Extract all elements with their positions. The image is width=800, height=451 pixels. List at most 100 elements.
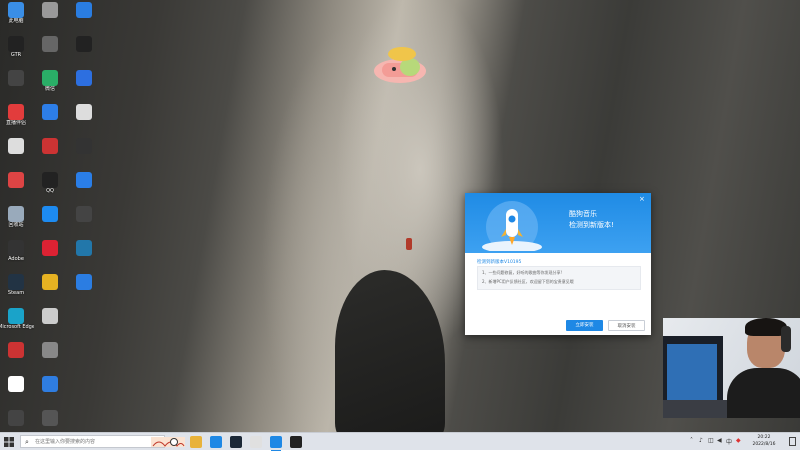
install-now-button[interactable]: 立即安装 bbox=[566, 320, 603, 331]
close-icon[interactable]: × bbox=[639, 195, 645, 203]
desktop-icon-label: 直播伴侣 bbox=[5, 120, 26, 126]
desktop-icon[interactable]: Steam bbox=[0, 274, 34, 296]
app-icon bbox=[42, 36, 58, 52]
search-icon: ⌕ bbox=[25, 438, 29, 446]
desktop-icon[interactable] bbox=[66, 240, 102, 256]
desktop-icon[interactable] bbox=[66, 172, 102, 188]
app-icon bbox=[42, 2, 58, 18]
webcam-monitor-screen bbox=[667, 344, 717, 400]
desktop-icon-label: GTR bbox=[10, 52, 22, 58]
app-icon bbox=[76, 104, 92, 120]
desktop-icon[interactable] bbox=[32, 240, 68, 256]
desktop-icon[interactable] bbox=[66, 36, 102, 52]
desktop-icon[interactable] bbox=[0, 172, 34, 188]
desktop-icon-label: 回收站 bbox=[8, 222, 24, 228]
desktop-icon[interactable] bbox=[66, 70, 102, 86]
app-icon bbox=[42, 206, 58, 222]
webcam-person-body bbox=[727, 368, 800, 418]
taskbar-app-file-explorer-icon[interactable] bbox=[190, 436, 202, 448]
desktop-icon[interactable]: 直播伴侣 bbox=[0, 104, 34, 126]
app-icon bbox=[76, 36, 92, 52]
headphone-icon bbox=[781, 326, 791, 352]
desktop-icon[interactable]: GTR bbox=[0, 36, 34, 58]
desktop-icon[interactable] bbox=[0, 70, 34, 86]
desktop-icon[interactable] bbox=[32, 308, 68, 324]
desktop-icon[interactable] bbox=[66, 138, 102, 154]
desktop-icon[interactable] bbox=[32, 104, 68, 120]
dialog-subtitle: 检测到新版本! bbox=[569, 221, 614, 229]
taskbar-clock[interactable]: 20:22 2022/8/16 bbox=[744, 434, 784, 448]
app-icon bbox=[42, 70, 58, 86]
app-icon bbox=[8, 240, 24, 256]
desktop-icon[interactable]: 回收站 bbox=[0, 206, 34, 228]
desktop-icon[interactable]: Adobe bbox=[0, 240, 34, 262]
desktop-icon-label: Steam bbox=[7, 290, 25, 296]
desktop-icon[interactable] bbox=[32, 274, 68, 290]
app-icon bbox=[8, 376, 24, 392]
release-notes: 1、一些问题修复，好听的歌曲等你发现分享! 2、新增PC用户反馈社区，欢迎留下您… bbox=[477, 266, 641, 290]
desktop-icon-label: QQ bbox=[46, 188, 54, 194]
clock-date: 2022/8/16 bbox=[752, 442, 776, 447]
desktop-icon[interactable]: 此电脑 bbox=[0, 2, 34, 24]
desktop-icon[interactable] bbox=[0, 138, 34, 154]
app-icon bbox=[42, 172, 58, 188]
desktop-icon[interactable] bbox=[32, 138, 68, 154]
app-icon bbox=[42, 342, 58, 358]
taskbar: ⌕ ˄ ♪ ◫ ◀ 中 ◆ 20:22 2022/8/16 bbox=[0, 432, 800, 451]
desktop-icon[interactable] bbox=[32, 206, 68, 222]
taskbar-app-task-view-icon[interactable] bbox=[170, 438, 178, 446]
app-icon bbox=[76, 274, 92, 290]
desktop-icon[interactable] bbox=[66, 104, 102, 120]
input-method-icon[interactable]: 中 bbox=[726, 437, 732, 446]
antivirus-icon[interactable]: ◆ bbox=[736, 437, 741, 444]
app-icon bbox=[76, 172, 92, 188]
app-icon bbox=[8, 206, 24, 222]
cancel-install-button[interactable]: 取消安装 bbox=[608, 320, 645, 331]
windows-start-icon[interactable] bbox=[4, 437, 14, 447]
dialog-header: 酷狗音乐 检测到新版本! × bbox=[465, 193, 651, 253]
release-note: 2、新增PC用户反馈社区，欢迎留下您的宝贵意见哦 bbox=[482, 279, 574, 284]
desktop-icon[interactable] bbox=[32, 2, 68, 18]
desktop-icon[interactable] bbox=[66, 2, 102, 18]
desktop-icon[interactable] bbox=[66, 274, 102, 290]
taskbar-app-steam-icon[interactable] bbox=[230, 436, 242, 448]
desktop-icon[interactable]: 微信 bbox=[32, 70, 68, 92]
app-icon bbox=[8, 308, 24, 324]
taskbar-app-kugou-icon[interactable] bbox=[210, 436, 222, 448]
sticker-icon bbox=[374, 47, 426, 83]
release-note: 1、一些问题修复，好听的歌曲等你发现分享! bbox=[482, 270, 563, 275]
desktop-icon[interactable] bbox=[0, 376, 34, 392]
app-icon bbox=[8, 104, 24, 120]
rocket-icon bbox=[482, 201, 542, 251]
search-input[interactable] bbox=[35, 436, 163, 447]
notification-center-icon[interactable] bbox=[789, 437, 796, 446]
desktop-icon[interactable] bbox=[0, 342, 34, 358]
network-icon[interactable]: ◫ bbox=[708, 437, 714, 444]
app-icon bbox=[42, 240, 58, 256]
search-highlight-icon bbox=[151, 437, 185, 447]
chevron-up-icon[interactable]: ˄ bbox=[690, 437, 693, 444]
app-icon bbox=[42, 308, 58, 324]
taskbar-search-box[interactable]: ⌕ bbox=[20, 435, 185, 448]
desktop-icon[interactable] bbox=[66, 206, 102, 222]
version-label: 检测到新版本V10195 bbox=[477, 260, 522, 265]
app-icon bbox=[8, 36, 24, 52]
desktop-icon[interactable] bbox=[32, 410, 68, 426]
volume-icon[interactable]: ◀ bbox=[717, 437, 722, 444]
desktop-icon[interactable] bbox=[0, 410, 34, 426]
app-icon bbox=[8, 342, 24, 358]
app-icon bbox=[8, 138, 24, 154]
desktop-icon[interactable] bbox=[32, 36, 68, 52]
clock-time: 20:22 bbox=[757, 435, 771, 440]
taskbar-app-app-4-icon[interactable] bbox=[250, 436, 262, 448]
app-icon bbox=[42, 376, 58, 392]
taskbar-app-kugou-music-icon[interactable] bbox=[270, 436, 282, 451]
desktop-icon[interactable]: Microsoft Edge bbox=[0, 308, 34, 330]
microphone-icon[interactable]: ♪ bbox=[699, 437, 703, 444]
taskbar-app-obs-icon[interactable] bbox=[290, 436, 302, 448]
desktop-icon[interactable] bbox=[32, 342, 68, 358]
app-icon bbox=[8, 70, 24, 86]
desktop-icon[interactable]: QQ bbox=[32, 172, 68, 194]
app-icon bbox=[76, 138, 92, 154]
desktop-icon[interactable] bbox=[32, 376, 68, 392]
